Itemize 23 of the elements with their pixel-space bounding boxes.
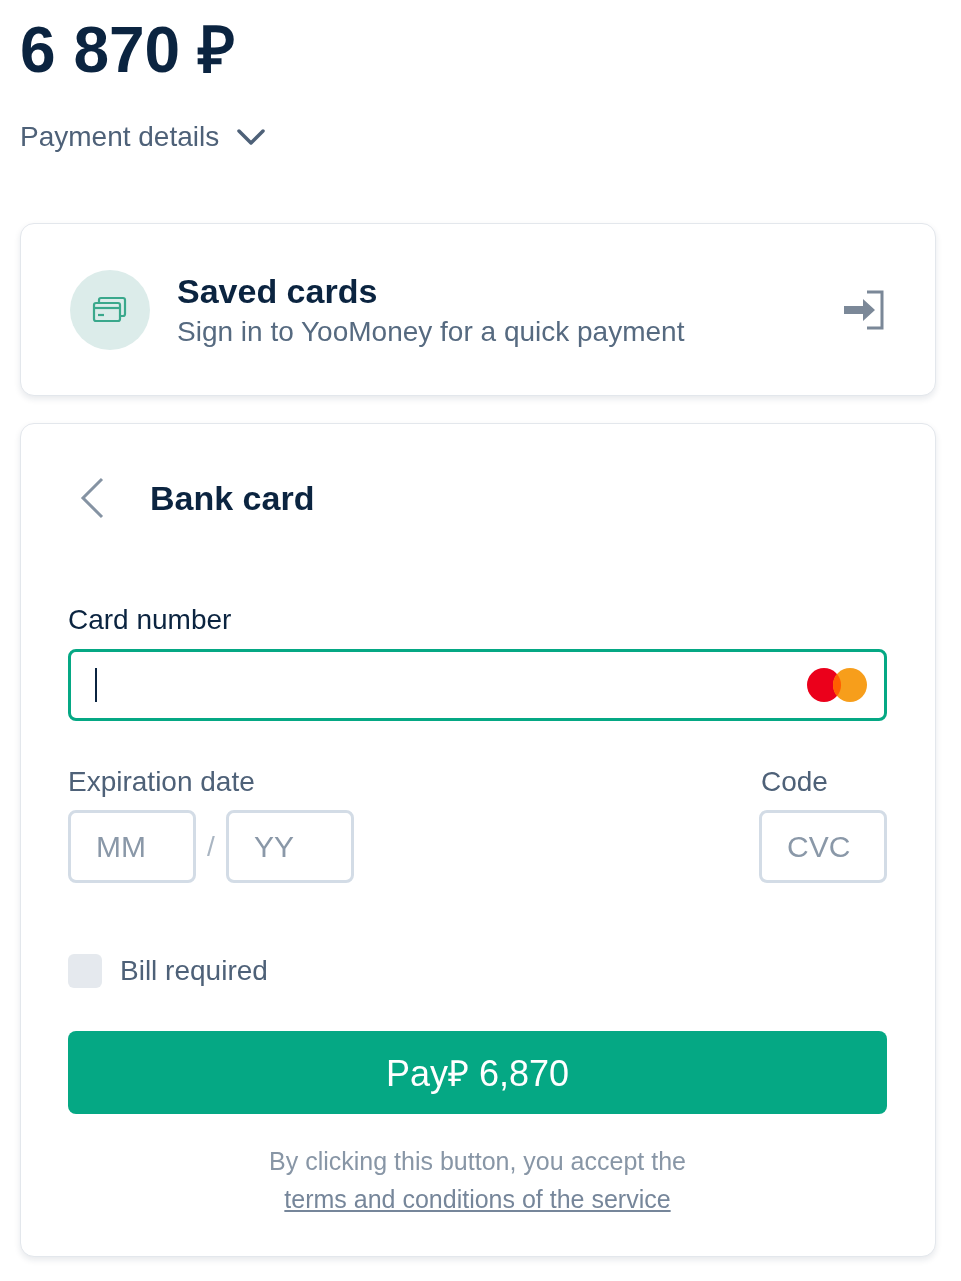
saved-cards-subtitle: Sign in to YooMoney for a quick payment (177, 314, 686, 349)
expiration-date-label: Expiration date (68, 765, 255, 799)
code-label: Code (761, 765, 828, 799)
back-button[interactable] (80, 477, 104, 519)
terms-text: By clicking this button, you accept the terms and conditions of the service (268, 1146, 687, 1215)
terms-link[interactable]: terms and conditions of the service (284, 1185, 671, 1213)
bank-card-title: Bank card (150, 478, 315, 519)
bill-required-label: Bill required (120, 954, 268, 988)
month-field[interactable]: MM (68, 810, 196, 883)
card-logo-icon (807, 668, 867, 702)
payment-details-toggle[interactable]: Payment details (20, 117, 266, 157)
year-field[interactable]: YY (226, 810, 354, 883)
card-number-field[interactable] (68, 649, 887, 721)
card-number-label: Card number (68, 603, 233, 637)
cvc-field[interactable]: CVC (759, 810, 887, 883)
credit-cards-icon (70, 269, 150, 350)
amount-total: 6 870 ₽ (20, 13, 236, 88)
saved-cards-card[interactable]: Saved cards Sign in to YooMoney for a quick payment (20, 223, 936, 396)
bill-required-checkbox[interactable] (68, 954, 102, 988)
sign-in-icon[interactable] (843, 288, 885, 331)
saved-cards-title: Saved cards (177, 270, 379, 312)
date-separator: / (206, 830, 216, 863)
text-cursor-icon (95, 668, 97, 702)
